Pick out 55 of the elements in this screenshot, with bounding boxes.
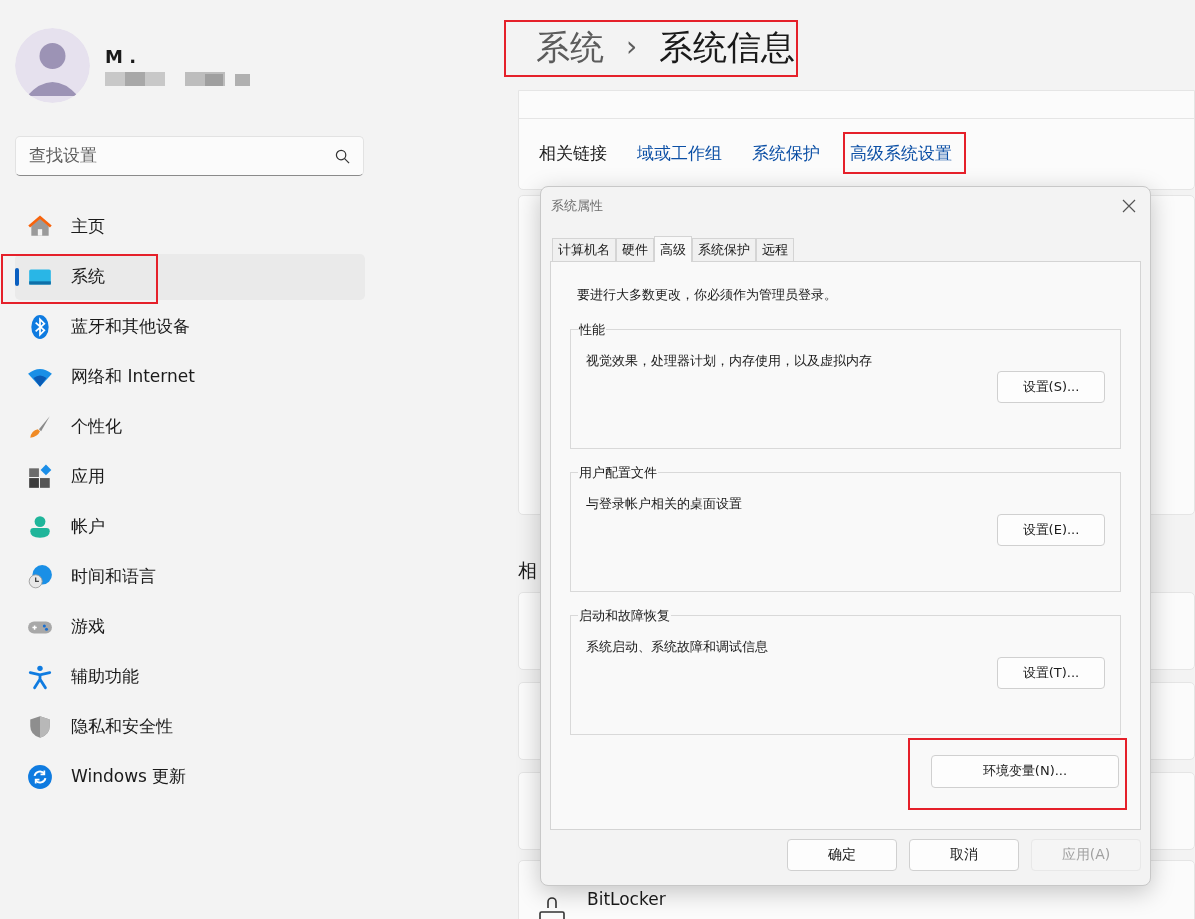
nav-item[interactable]: 应用 [15, 454, 365, 500]
tab[interactable]: 高级 [654, 236, 692, 262]
nav-item[interactable]: Windows 更新 [15, 754, 365, 800]
group-label: 性能 [578, 320, 606, 339]
section-heading: 相 [518, 557, 537, 583]
search-field[interactable]: 查找设置 [15, 136, 364, 176]
selection-indicator [15, 268, 19, 286]
link[interactable]: 域或工作组 [637, 141, 722, 167]
nav-item[interactable]: 蓝牙和其他设备 [15, 304, 365, 350]
shield-icon [27, 714, 53, 740]
card-title: BitLocker [587, 889, 666, 909]
settings-button[interactable]: 设置(E)... [997, 513, 1105, 546]
tab[interactable]: 系统保护 [692, 238, 756, 261]
group-description: 视觉效果，处理器计划，内存使用，以及虚拟内存 [586, 352, 873, 370]
nav-item[interactable]: 辅助功能 [15, 654, 365, 700]
nav-item[interactable]: 个性化 [15, 404, 365, 450]
dialog-button[interactable]: 取消 [909, 838, 1019, 871]
person-icon [27, 514, 53, 540]
avatar[interactable] [15, 28, 90, 103]
search-input[interactable]: 查找设置 [29, 143, 335, 169]
settings-button[interactable]: 设置(S)... [997, 370, 1105, 403]
tab[interactable]: 硬件 [616, 238, 654, 261]
nav-item[interactable]: 时间和语言 [15, 554, 365, 600]
nav-item[interactable]: 主页 [15, 204, 365, 250]
link[interactable]: 系统保护 [752, 141, 820, 167]
tab[interactable]: 远程 [756, 238, 794, 261]
group-label: 启动和故障恢复 [578, 606, 671, 625]
nav-item[interactable]: 隐私和安全性 [15, 704, 365, 750]
group-description: 系统启动、系统故障和调试信息 [586, 638, 769, 656]
nav-item[interactable]: 帐户 [15, 504, 365, 550]
link[interactable]: 高级系统设置 [850, 141, 952, 167]
accessibility-icon [27, 664, 53, 690]
breadcrumb-separator: › [626, 29, 638, 65]
related-links-label: 相关链接 [539, 142, 607, 166]
group-label: 用户配置文件 [578, 463, 658, 482]
brush-icon [27, 414, 53, 440]
page-title: 系统信息 [659, 25, 796, 69]
user-name: M . [105, 45, 138, 68]
close-icon[interactable] [1122, 198, 1136, 213]
settings-button[interactable]: 设置(T)... [997, 656, 1105, 689]
globe-clock-icon [27, 564, 53, 590]
apps-icon [27, 464, 53, 490]
tab[interactable]: 计算机名 [552, 238, 616, 261]
nav-item[interactable]: 系统 [15, 254, 365, 300]
update-icon [27, 764, 53, 790]
breadcrumb-parent[interactable]: 系统 [536, 21, 604, 73]
nav-item[interactable]: 游戏 [15, 604, 365, 650]
admin-note: 要进行大多数更改，你必须作为管理员登录。 [576, 286, 838, 304]
nav-item[interactable]: 网络和 Internet [15, 354, 365, 400]
window-title: 系统属性 [551, 196, 603, 215]
lock-icon [539, 897, 565, 919]
search-icon [335, 148, 350, 164]
dialog-button[interactable]: 确定 [787, 838, 897, 871]
group-description: 与登录帐户相关的桌面设置 [586, 495, 743, 513]
environment-variables-button[interactable]: 环境变量(N)... [931, 754, 1119, 788]
